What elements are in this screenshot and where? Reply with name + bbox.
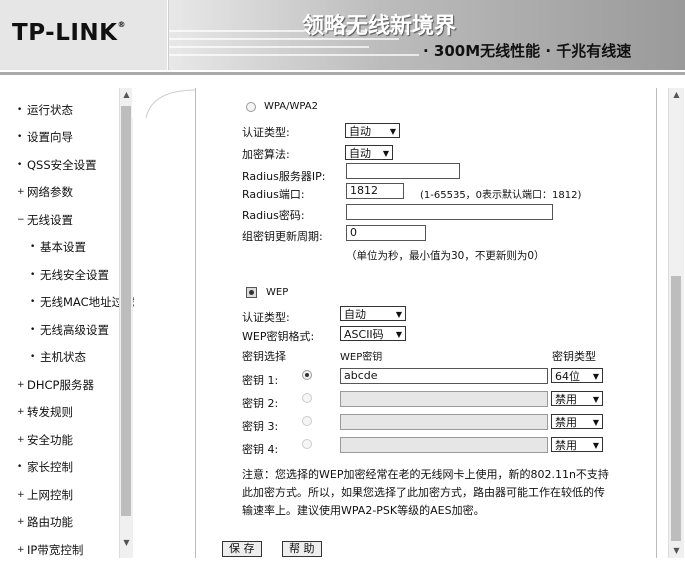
- scroll-down-icon[interactable]: ▼: [120, 536, 133, 549]
- radius-pw-label: Radius密码:: [242, 209, 305, 222]
- sidebar-item-forwarding[interactable]: + 转发规则: [17, 404, 73, 420]
- chevron-down-icon: ▼: [395, 310, 402, 319]
- group-key-label: 组密钥更新周期:: [242, 230, 323, 243]
- wep-format-select[interactable]: ASCII码 ▼: [340, 326, 406, 341]
- key2-type-select[interactable]: 禁用 ▼: [551, 391, 603, 406]
- radius-ip-input[interactable]: [346, 163, 460, 179]
- wep-warning-note: 注意：您选择的WEP加密经常在老的无线网卡上使用，新的802.11n不支持此加密…: [242, 468, 609, 517]
- chevron-down-icon: ▼: [395, 330, 402, 339]
- col-key-type: 密钥类型: [552, 350, 596, 363]
- key1-label: 密钥 1:: [242, 374, 279, 387]
- help-button[interactable]: 帮 助: [282, 541, 322, 557]
- sidebar-item-access-control[interactable]: + 上网控制: [17, 487, 73, 503]
- header-divider: [0, 72, 685, 75]
- group-key-input[interactable]: 0: [346, 225, 426, 241]
- banner-slogan-main: 领略无线新境界: [302, 14, 457, 39]
- radius-port-input[interactable]: 1812: [346, 183, 404, 199]
- sidebar-scrollbar[interactable]: ▲ ▼: [119, 88, 133, 558]
- chevron-down-icon: ▼: [382, 149, 389, 158]
- key4-type-select[interactable]: 禁用 ▼: [551, 437, 603, 452]
- key1-type-select[interactable]: 64位 ▼: [551, 368, 603, 383]
- sidebar-item-qss[interactable]: • QSS安全设置: [17, 157, 97, 173]
- wpa-option-label: WPA/WPA2: [264, 101, 318, 112]
- wep-format-label: WEP密钥格式:: [242, 330, 315, 343]
- key2-radio[interactable]: [302, 393, 312, 403]
- sidebar-item-parental[interactable]: • 家长控制: [17, 459, 73, 475]
- radius-port-hint: (1-65535，0表示默认端口：1812): [420, 190, 582, 201]
- radius-pw-input[interactable]: [346, 204, 553, 220]
- sidebar-item-wireless-advanced[interactable]: • 无线高级设置: [30, 322, 109, 338]
- col-key-select: 密钥选择: [242, 350, 286, 363]
- scroll-up-icon[interactable]: ▲: [669, 88, 684, 101]
- sidebar-item-basic[interactable]: • 基本设置: [30, 239, 86, 255]
- radius-port-label: Radius端口:: [242, 188, 305, 201]
- content-corner-curve: [132, 88, 196, 118]
- sidebar-item-routing[interactable]: + 路由功能: [17, 514, 73, 530]
- content-scroll-thumb[interactable]: [671, 276, 681, 541]
- wep-option-radio[interactable]: [246, 287, 257, 298]
- wpa-option-radio[interactable]: [246, 102, 256, 112]
- key1-input[interactable]: abcde: [340, 368, 548, 384]
- sidebar-item-dhcp[interactable]: + DHCP服务器: [17, 377, 94, 393]
- key3-type-select[interactable]: 禁用 ▼: [551, 414, 603, 429]
- sidebar-item-wireless[interactable]: − 无线设置: [17, 212, 73, 228]
- wpa-enc-label: 加密算法:: [242, 148, 290, 161]
- key3-radio[interactable]: [302, 416, 312, 426]
- wpa-auth-select[interactable]: 自动 ▼: [345, 123, 400, 138]
- key3-input[interactable]: [340, 414, 548, 430]
- content-scrollbar[interactable]: ▲ ▼: [668, 88, 684, 558]
- col-wep-key: WEP密钥: [340, 352, 383, 363]
- sidebar-item-network[interactable]: + 网络参数: [17, 184, 73, 200]
- sidebar-item-host-status[interactable]: • 主机状态: [30, 349, 86, 365]
- banner-slogan-sub: · 300M无线性能 · 千兆有线速: [423, 42, 632, 60]
- wpa-auth-label: 认证类型:: [242, 126, 290, 139]
- key4-radio[interactable]: [302, 439, 312, 449]
- chevron-down-icon: ▼: [592, 372, 599, 381]
- key2-label: 密钥 2:: [242, 397, 279, 410]
- chevron-down-icon: ▼: [592, 418, 599, 427]
- sidebar-scroll-thumb[interactable]: [121, 106, 131, 516]
- sidebar-item-bandwidth[interactable]: + IP带宽控制: [17, 542, 83, 558]
- sidebar-item-wireless-security[interactable]: • 无线安全设置: [30, 267, 109, 283]
- wep-auth-select[interactable]: 自动 ▼: [340, 306, 406, 321]
- chevron-down-icon: ▼: [389, 127, 396, 136]
- chevron-down-icon: ▼: [592, 441, 599, 450]
- logo-area: TP-LINK®: [0, 0, 168, 70]
- key4-label: 密钥 4:: [242, 443, 279, 456]
- wep-option-label: WEP: [266, 287, 289, 298]
- radius-ip-label: Radius服务器IP:: [242, 170, 326, 183]
- key4-input[interactable]: [340, 437, 548, 453]
- sidebar-item-wizard[interactable]: • 设置向导: [17, 129, 73, 145]
- chevron-down-icon: ▼: [592, 395, 599, 404]
- scroll-down-icon[interactable]: ▼: [669, 544, 684, 557]
- header-banner: TP-LINK® 领略无线新境界 · 300M无线性能 · 千兆有线速: [0, 0, 685, 70]
- sidebar-item-security[interactable]: + 安全功能: [17, 432, 73, 448]
- group-key-hint: （单位为秒，最小值为30，不更新则为0）: [346, 250, 545, 262]
- save-button[interactable]: 保 存: [222, 541, 262, 557]
- wep-auth-label: 认证类型:: [242, 311, 290, 324]
- key3-label: 密钥 3:: [242, 420, 279, 433]
- sidebar-menu: • 运行状态 • 设置向导 • QSS安全设置 + 网络参数 − 无线设置 • 基本设置 •…: [0, 88, 135, 558]
- wpa-enc-select[interactable]: 自动 ▼: [345, 145, 393, 160]
- key1-radio[interactable]: [302, 370, 312, 380]
- tp-link-logo: TP-LINK®: [12, 20, 126, 46]
- key2-input[interactable]: [340, 391, 548, 407]
- sidebar-item-status[interactable]: • 运行状态: [17, 102, 73, 118]
